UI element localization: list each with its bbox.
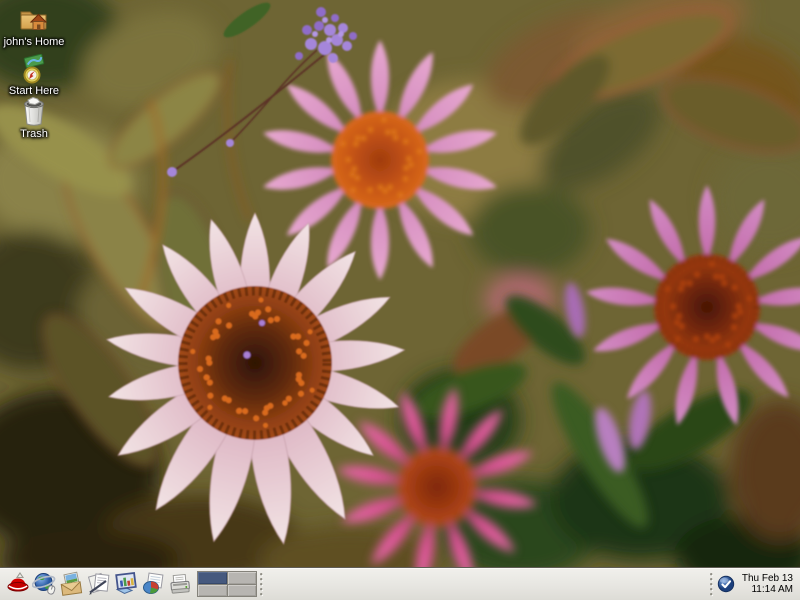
grip-dots-icon [708, 571, 715, 597]
workspace-switcher[interactable] [197, 571, 257, 597]
desktop-screen: john's Home Start Here [0, 0, 800, 600]
grip-dots-icon [258, 571, 265, 597]
workspace-1[interactable] [198, 572, 227, 584]
clock-time: 11:14 AM [742, 584, 793, 595]
blue-circle-check-icon [717, 575, 735, 593]
email-client-button[interactable] [58, 569, 85, 599]
spreadsheet-button[interactable] [139, 569, 166, 599]
house-folder-icon [18, 5, 50, 35]
envelope-photo-icon [59, 571, 85, 597]
red-hat-icon [5, 571, 31, 597]
panel-drag-handle-left[interactable] [257, 571, 266, 597]
bar-chart-screen-icon [113, 571, 139, 597]
documents-pen-icon [86, 571, 112, 597]
desktop-wallpaper [0, 0, 800, 600]
clock-applet[interactable]: Thu Feb 13 11:14 AM [742, 573, 793, 595]
desktop-icon-home[interactable]: john's Home [2, 5, 66, 48]
globe-mouse-icon [32, 571, 58, 597]
trash-can-icon [19, 95, 49, 127]
clock-date: Thu Feb 13 [742, 573, 793, 584]
presentation-button[interactable] [112, 569, 139, 599]
update-alert-button[interactable] [717, 575, 735, 593]
desktop-icon-start-here[interactable]: Start Here [2, 54, 66, 97]
desktop-icon-label: Trash [20, 128, 48, 140]
desktop-icon-trash[interactable]: Trash [2, 95, 66, 140]
main-menu-button[interactable] [4, 569, 31, 599]
flag-compass-icon [18, 54, 50, 84]
print-manager-button[interactable] [166, 569, 193, 599]
desktop-icon-label: john's Home [4, 36, 65, 48]
web-browser-button[interactable] [31, 569, 58, 599]
panel-drag-handle-right[interactable] [707, 571, 716, 597]
workspace-4[interactable] [228, 585, 257, 597]
workspace-3[interactable] [198, 585, 227, 597]
word-processor-button[interactable] [85, 569, 112, 599]
printer-icon [167, 571, 193, 597]
workspace-2[interactable] [228, 572, 257, 584]
taskbar-panel: Thu Feb 13 11:14 AM [0, 567, 800, 600]
pie-chart-sheet-icon [140, 571, 166, 597]
